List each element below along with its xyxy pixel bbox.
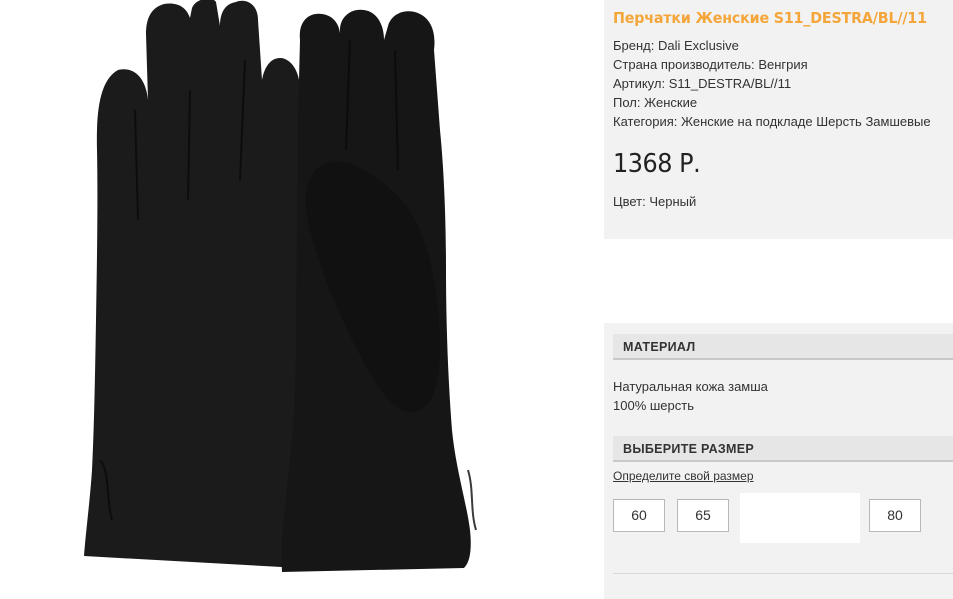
attr-value: Женские [644,95,698,110]
product-color: Цвет: Черный [613,194,696,209]
color-value: Черный [649,194,697,209]
divider [613,573,953,574]
attr-label: Пол: [613,95,641,110]
attr-label: Артикул: [613,76,666,91]
attr-value: S11_DESTRA/BL//11 [668,76,792,91]
size-option-60[interactable]: 60 [613,499,665,532]
attr-value: Dali Exclusive [658,38,739,53]
attr-brand: Бренд: Dali Exclusive [613,36,931,55]
left-glove [84,0,303,568]
color-label: Цвет: [613,194,646,209]
size-option-65[interactable]: 65 [677,499,729,532]
blank-block [604,239,953,323]
attr-label: Страна производитель: [613,57,755,72]
attr-value: Венгрия [758,57,808,72]
product-price: 1368 Р. [613,149,701,179]
attr-label: Бренд: [613,38,655,53]
attr-value: Женские на подкладе Шерсть Замшевые [681,114,931,129]
size-guide-link[interactable]: Определите свой размер [613,469,754,483]
attr-label: Категория: [613,114,678,129]
material-line: Натуральная кожа замша [613,379,768,394]
attr-category: Категория: Женские на подкладе Шерсть За… [613,112,931,131]
gloves-image [0,0,595,599]
size-heading: ВЫБЕРИТЕ РАЗМЕР [613,436,953,462]
material-list: Натуральная кожа замша 100% шерсть [613,377,768,415]
product-attributes: Бренд: Dali Exclusive Страна производите… [613,36,931,131]
material-line: 100% шерсть [613,398,694,413]
attr-gender: Пол: Женские [613,93,931,112]
product-image [0,0,595,599]
size-options-blank [740,493,860,543]
attr-country: Страна производитель: Венгрия [613,55,931,74]
product-info-panel: Перчатки Женские S11_DESTRA/BL//11 Бренд… [604,0,953,599]
size-option-80[interactable]: 80 [869,499,921,532]
product-title: Перчатки Женские S11_DESTRA/BL//11 [613,9,927,27]
material-heading: МАТЕРИАЛ [613,334,953,360]
attr-sku: Артикул: S11_DESTRA/BL//11 [613,74,931,93]
